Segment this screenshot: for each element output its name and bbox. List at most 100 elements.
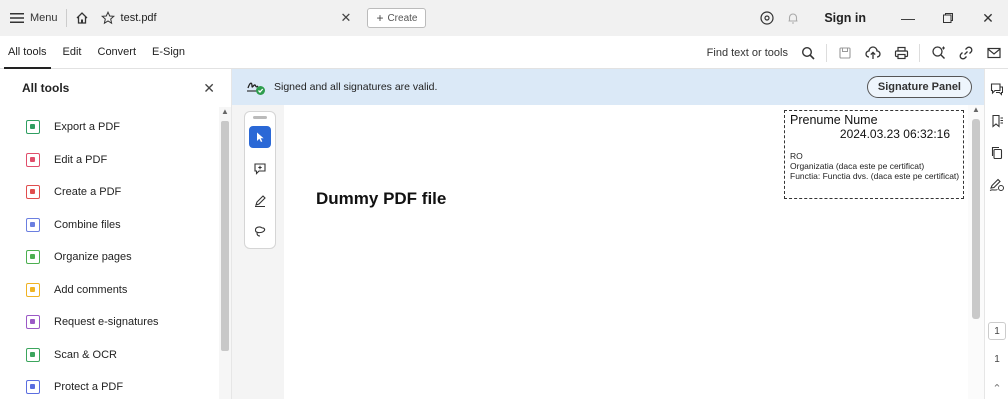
star-icon[interactable] [100, 11, 115, 25]
document-area: Signed and all signatures are valid. Sig… [232, 69, 984, 399]
sidebar-item-request-esignatures[interactable]: Request e-signatures [0, 306, 231, 339]
all-tools-panel: All tools ✕ Export a PDF Edit a PDF Create… [0, 69, 232, 399]
tab-all-tools[interactable]: All tools [0, 36, 55, 69]
sidebar-item-label: Scan & OCR [54, 348, 117, 361]
sidebar-item-combine-files[interactable]: Combine files [0, 209, 231, 242]
menu-button[interactable]: Menu [0, 0, 58, 36]
main-toolbar: All tools Edit Convert E-Sign Find text … [0, 36, 1008, 69]
document-tab[interactable]: test.pdf [100, 0, 261, 36]
upload-cloud-icon[interactable] [859, 45, 887, 60]
signer-function: Functia: Functia dvs. (daca este pe cert… [790, 171, 960, 181]
sidebar-item-label: Add comments [54, 283, 128, 296]
plus-icon: + [376, 11, 384, 25]
create-button[interactable]: + Create [367, 8, 427, 28]
create-label: Create [387, 12, 418, 24]
quick-tools-bar [244, 111, 276, 249]
signer-name: Prenume Nume [790, 113, 878, 127]
hamburger-icon [10, 13, 24, 23]
add-comment-icon [254, 163, 266, 175]
signature-date: 2024.03.23 06:32:16 [839, 127, 950, 141]
search-icon[interactable] [794, 46, 822, 60]
signature-panel-button[interactable]: Signature Panel [866, 76, 972, 98]
sidebar-item-protect-pdf[interactable]: Protect a PDF [0, 371, 231, 399]
sidebar-item-scan-ocr[interactable]: Scan & OCR [0, 339, 231, 372]
freehand-tool-button[interactable] [249, 220, 271, 242]
current-page-number[interactable]: 1 [985, 326, 1008, 337]
right-rail: 1 1 ⌃ [984, 69, 1008, 399]
sign-in-button[interactable]: Sign in [824, 11, 866, 25]
toolbar-tools: Find text or tools [707, 36, 1008, 69]
close-tab-icon[interactable]: ✕ [341, 10, 352, 26]
bookmarks-icon[interactable] [989, 113, 1005, 129]
tab-convert[interactable]: Convert [90, 36, 145, 69]
tab-e-sign[interactable]: E-Sign [144, 36, 193, 69]
document-scrollbar[interactable]: ▲ [968, 105, 984, 399]
scroll-up-icon[interactable]: ▲ [972, 105, 980, 114]
signature-field[interactable]: Prenume Nume 2024.03.23 06:32:16 RO Orga… [784, 110, 964, 199]
sidebar-item-export-pdf[interactable]: Export a PDF [0, 111, 231, 144]
sidebar-item-add-comments[interactable]: Add comments [0, 274, 231, 307]
sidebar-item-label: Request e-signatures [54, 316, 159, 329]
sidebar-item-label: Organize pages [54, 251, 132, 264]
panel-title: All tools [22, 81, 70, 95]
page-up-icon[interactable]: ⌃ [985, 382, 1008, 395]
close-panel-icon[interactable]: ✕ [203, 80, 215, 97]
drag-handle[interactable] [253, 116, 267, 119]
scroll-thumb[interactable] [972, 119, 980, 319]
sidebar-item-label: Protect a PDF [54, 381, 124, 394]
tab-title: test.pdf [120, 12, 157, 24]
document-heading: Dummy PDF file [316, 189, 447, 208]
sidebar-item-edit-pdf[interactable]: Edit a PDF [0, 144, 231, 177]
lasso-icon [254, 226, 266, 237]
comment-tool-button[interactable] [249, 158, 271, 180]
signature-banner: Signed and all signatures are valid. Sig… [232, 69, 984, 105]
request-esignatures-icon [26, 315, 40, 330]
mail-icon[interactable] [980, 47, 1008, 59]
signature-panel-icon[interactable] [989, 177, 1005, 193]
protect-pdf-icon [26, 380, 40, 395]
save-icon[interactable] [831, 46, 859, 60]
comments-panel-icon[interactable] [989, 81, 1005, 97]
pages-icon[interactable] [989, 145, 1005, 161]
panel-header: All tools ✕ [0, 69, 231, 107]
scroll-up-icon[interactable]: ▲ [221, 107, 229, 116]
export-pdf-icon [26, 120, 40, 135]
signer-organization: Organizatia (daca este pe certificat) [790, 161, 925, 171]
combine-files-icon [26, 217, 40, 232]
divider [65, 9, 67, 27]
sidebar-item-create-pdf[interactable]: Create a PDF [0, 176, 231, 209]
sidebar-item-label: Create a PDF [54, 186, 122, 199]
scroll-thumb[interactable] [221, 121, 229, 351]
find-text-label[interactable]: Find text or tools [707, 47, 788, 59]
draw-tool-button[interactable] [249, 190, 271, 212]
minimize-icon[interactable]: — [888, 10, 928, 26]
menu-label: Menu [30, 12, 58, 24]
scan-ocr-icon [26, 347, 40, 362]
add-comments-icon [26, 282, 40, 297]
tools-list: Export a PDF Edit a PDF Create a PDF Combin… [0, 107, 231, 399]
pen-icon [255, 195, 266, 207]
print-icon[interactable] [887, 46, 915, 60]
divider [919, 43, 920, 62]
titlebar-right: Sign in — ✕ [754, 0, 1008, 36]
link-icon[interactable] [952, 46, 980, 60]
bell-icon[interactable] [780, 11, 806, 25]
maximize-icon[interactable] [928, 12, 968, 24]
tab-edit[interactable]: Edit [55, 36, 90, 69]
home-icon[interactable] [75, 11, 89, 25]
sidebar-item-label: Edit a PDF [54, 153, 108, 166]
divider [826, 43, 827, 62]
sidebar-item-label: Export a PDF [54, 121, 121, 134]
signature-status-text: Signed and all signatures are valid. [274, 81, 438, 93]
help-icon[interactable] [754, 11, 780, 25]
title-bar: Menu test.pdf ✕ + Create Sign in — ✕ [0, 0, 1008, 36]
panel-scrollbar[interactable]: ▲ [219, 107, 231, 399]
close-window-icon[interactable]: ✕ [968, 10, 1008, 27]
total-pages: 1 [994, 354, 1000, 365]
select-tool-button[interactable] [249, 126, 271, 148]
sidebar-item-organize-pages[interactable]: Organize pages [0, 241, 231, 274]
pdf-page: Dummy PDF file Prenume Nume 2024.03.23 0… [284, 105, 968, 399]
organize-pages-icon [26, 250, 40, 265]
zoom-search-icon[interactable] [924, 45, 952, 60]
toolbar-tabs: All tools Edit Convert E-Sign [0, 36, 193, 69]
